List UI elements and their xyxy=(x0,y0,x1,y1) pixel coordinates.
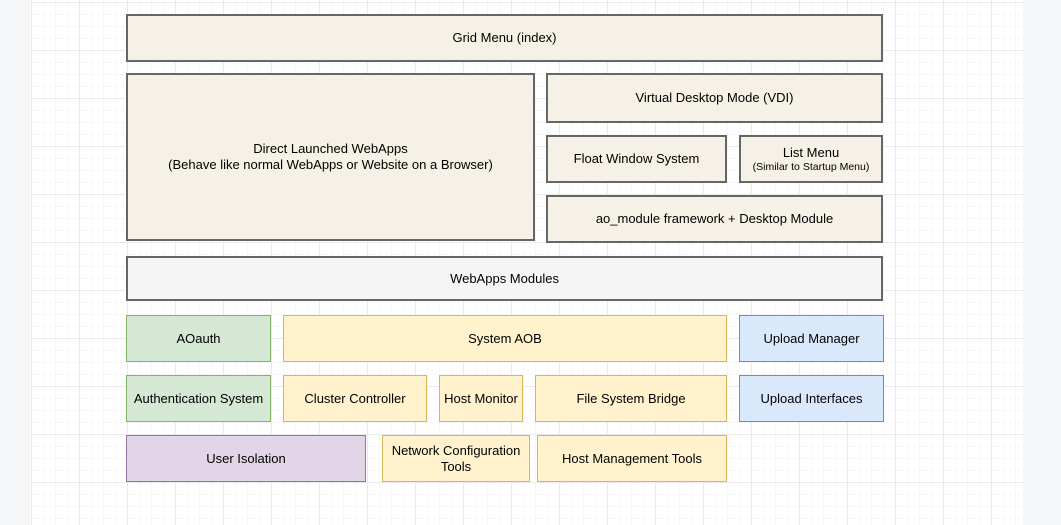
off-page-margin-left xyxy=(0,0,30,525)
box-host-management-tools-label: Host Management Tools xyxy=(562,451,702,467)
box-grid-menu[interactable]: Grid Menu (index) xyxy=(126,14,883,62)
box-upload-manager[interactable]: Upload Manager xyxy=(739,315,884,362)
box-upload-interfaces[interactable]: Upload Interfaces xyxy=(739,375,884,422)
box-list-menu-sublabel: (Similar to Startup Menu) xyxy=(753,161,870,174)
box-system-aob-label: System AOB xyxy=(468,331,542,347)
box-list-menu[interactable]: List Menu (Similar to Startup Menu) xyxy=(739,135,883,183)
box-grid-menu-label: Grid Menu (index) xyxy=(452,30,556,46)
box-direct-launched-webapps-sublabel: (Behave like normal WebApps or Website o… xyxy=(168,157,493,173)
box-authentication-system[interactable]: Authentication System xyxy=(126,375,271,422)
box-upload-interfaces-label: Upload Interfaces xyxy=(761,391,863,407)
box-virtual-desktop-mode-label: Virtual Desktop Mode (VDI) xyxy=(636,90,794,106)
box-host-monitor-label: Host Monitor xyxy=(444,391,518,407)
box-network-configuration-tools-label: Network Configuration Tools xyxy=(387,443,525,475)
box-webapps-modules[interactable]: WebApps Modules xyxy=(126,256,883,301)
box-host-monitor[interactable]: Host Monitor xyxy=(439,375,523,422)
box-network-configuration-tools[interactable]: Network Configuration Tools xyxy=(382,435,530,482)
box-direct-launched-webapps-label: Direct Launched WebApps xyxy=(253,141,407,157)
box-list-menu-label: List Menu xyxy=(783,145,839,161)
box-cluster-controller[interactable]: Cluster Controller xyxy=(283,375,427,422)
box-aoauth-label: AOauth xyxy=(176,331,220,347)
box-user-isolation[interactable]: User Isolation xyxy=(126,435,366,482)
box-ao-module-framework-label: ao_module framework + Desktop Module xyxy=(596,211,833,227)
box-aoauth[interactable]: AOauth xyxy=(126,315,271,362)
box-direct-launched-webapps[interactable]: Direct Launched WebApps (Behave like nor… xyxy=(126,73,535,241)
box-webapps-modules-label: WebApps Modules xyxy=(450,271,559,287)
box-upload-manager-label: Upload Manager xyxy=(763,331,859,347)
box-authentication-system-label: Authentication System xyxy=(134,391,263,407)
box-cluster-controller-label: Cluster Controller xyxy=(304,391,405,407)
box-user-isolation-label: User Isolation xyxy=(206,451,285,467)
box-system-aob[interactable]: System AOB xyxy=(283,315,727,362)
diagram-canvas[interactable]: Grid Menu (index) Direct Launched WebApp… xyxy=(0,0,1061,525)
box-host-management-tools[interactable]: Host Management Tools xyxy=(537,435,727,482)
off-page-margin-right xyxy=(1023,0,1061,525)
box-virtual-desktop-mode[interactable]: Virtual Desktop Mode (VDI) xyxy=(546,73,883,123)
box-file-system-bridge[interactable]: File System Bridge xyxy=(535,375,727,422)
box-file-system-bridge-label: File System Bridge xyxy=(576,391,685,407)
box-ao-module-framework[interactable]: ao_module framework + Desktop Module xyxy=(546,195,883,243)
box-float-window-system-label: Float Window System xyxy=(574,151,700,167)
box-float-window-system[interactable]: Float Window System xyxy=(546,135,727,183)
